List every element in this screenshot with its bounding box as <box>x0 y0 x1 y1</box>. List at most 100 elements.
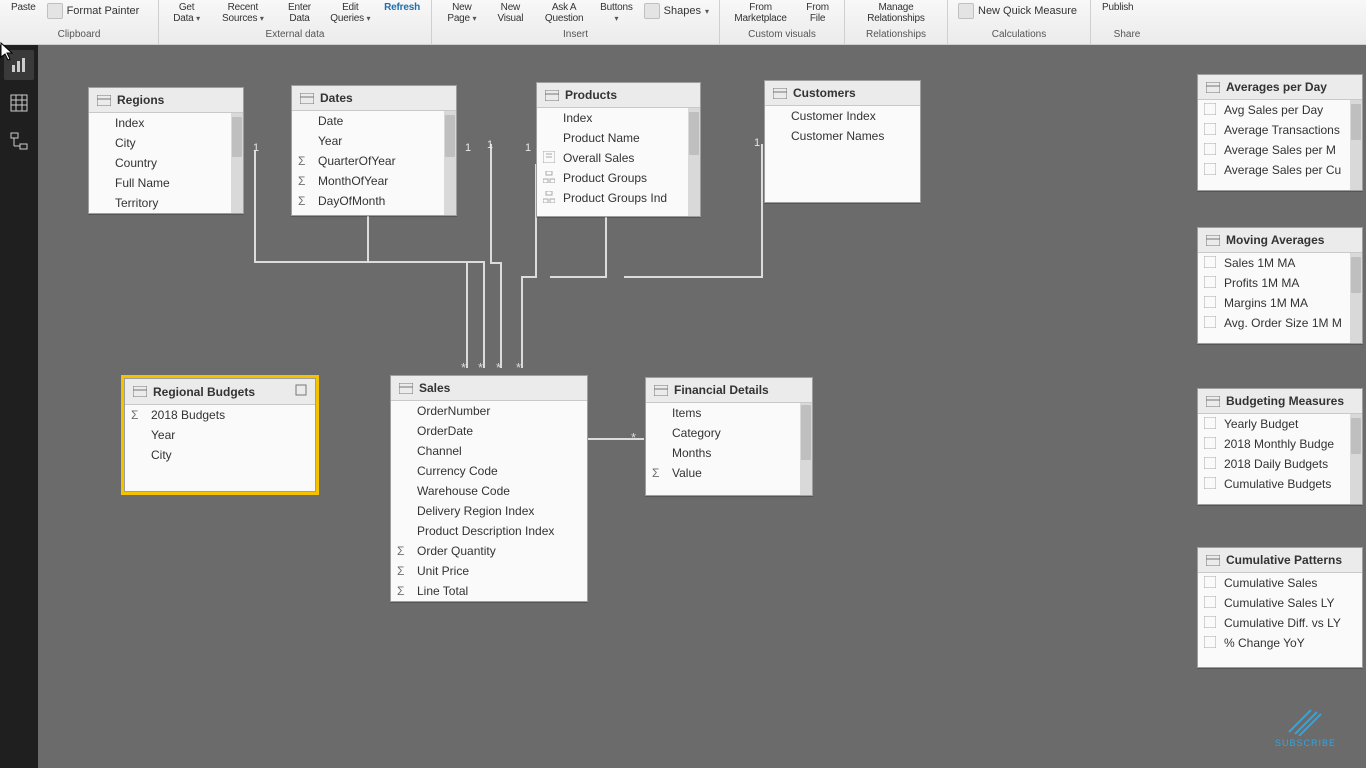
field-row[interactable]: Σ2018 Budgets <box>125 405 315 425</box>
table-regional-budgets[interactable]: Regional Budgets Σ2018 Budgets Year City <box>124 378 316 492</box>
refresh-button[interactable]: Refresh <box>379 2 425 13</box>
from-marketplace-button[interactable]: From Marketplace <box>726 2 795 24</box>
field-row[interactable]: Cumulative Budgets <box>1198 474 1362 494</box>
field-row[interactable]: OrderNumber <box>391 401 587 421</box>
field-row[interactable]: Average Sales per M <box>1198 140 1362 160</box>
field-row[interactable]: Index <box>537 108 700 128</box>
paste-button[interactable]: Paste <box>6 2 41 13</box>
scrollbar[interactable] <box>444 111 456 215</box>
table-budgeting-measures[interactable]: Budgeting Measures Yearly Budget 2018 Mo… <box>1197 388 1363 505</box>
field-row[interactable]: ΣValue <box>646 463 812 483</box>
table-products[interactable]: Products Index Product Name Overall Sale… <box>536 82 701 217</box>
field-row[interactable]: Product Groups <box>537 168 700 188</box>
new-quick-measure-button[interactable]: New Quick Measure <box>954 2 1081 20</box>
field-row[interactable]: Country <box>89 153 243 173</box>
field-row[interactable]: ΣUnit Price <box>391 561 587 581</box>
field-row[interactable]: Date <box>292 111 456 131</box>
field-row[interactable]: ΣLine Total <box>391 581 587 601</box>
get-data-button[interactable]: Get Data ▾ <box>165 2 208 24</box>
field-row[interactable]: Warehouse Code <box>391 481 587 501</box>
field-row[interactable]: Full Name <box>89 173 243 193</box>
table-icon <box>654 385 668 396</box>
field-row[interactable]: Sales 1M MA <box>1198 253 1362 273</box>
table-title: Dates <box>320 91 353 105</box>
field-row[interactable]: Overall Sales <box>537 148 700 168</box>
shapes-button[interactable]: Shapes▾ <box>640 2 713 20</box>
ask-question-button[interactable]: Ask A Question <box>535 2 593 24</box>
field-row[interactable]: Average Sales per Cu <box>1198 160 1362 180</box>
field-row[interactable]: Cumulative Sales LY <box>1198 593 1362 613</box>
field-row[interactable]: Year <box>125 425 315 445</box>
field-row[interactable]: Customer Names <box>765 126 920 146</box>
field-row[interactable]: 2018 Daily Budgets <box>1198 454 1362 474</box>
field-row[interactable]: Territory <box>89 193 243 213</box>
table-sales[interactable]: Sales OrderNumber OrderDate Channel Curr… <box>390 375 588 602</box>
field-row[interactable]: 2018 Monthly Budge <box>1198 434 1362 454</box>
scrollbar[interactable] <box>1350 253 1362 343</box>
field-row[interactable]: ΣMonthOfYear <box>292 171 456 191</box>
field-row[interactable]: Channel <box>391 441 587 461</box>
new-page-button[interactable]: New Page ▾ <box>438 2 486 24</box>
field-row[interactable]: % Change YoY <box>1198 633 1362 653</box>
format-painter-button[interactable]: Format Painter <box>43 2 144 20</box>
field-row[interactable]: Product Name <box>537 128 700 148</box>
manage-relationships-button[interactable]: Manage Relationships <box>851 2 941 24</box>
field-row[interactable]: Items <box>646 403 812 423</box>
scrollbar[interactable] <box>688 108 700 216</box>
field-row[interactable]: ΣQuarterOfYear <box>292 151 456 171</box>
table-cumulative-patterns[interactable]: Cumulative Patterns Cumulative Sales Cum… <box>1197 547 1363 668</box>
model-view-button[interactable] <box>4 126 34 156</box>
field-row[interactable]: Avg Sales per Day <box>1198 100 1362 120</box>
field-row[interactable]: Category <box>646 423 812 443</box>
model-canvas[interactable]: 1 * 1 * 1 * 1 * 1 * Regions Index City C… <box>38 44 1366 768</box>
measure-icon <box>1204 477 1218 491</box>
field-row[interactable]: Year <box>292 131 456 151</box>
enter-data-button[interactable]: Enter Data <box>278 2 322 24</box>
new-visual-button[interactable]: New Visual <box>488 2 533 24</box>
field-row[interactable]: Cumulative Diff. vs LY <box>1198 613 1362 633</box>
field-row[interactable]: Yearly Budget <box>1198 414 1362 434</box>
scrollbar[interactable] <box>800 403 812 495</box>
recent-sources-button[interactable]: Recent Sources ▾ <box>210 2 275 24</box>
group-label-insert: Insert <box>438 28 713 44</box>
field-row[interactable]: Index <box>89 113 243 133</box>
table-dates[interactable]: Dates Date Year ΣQuarterOfYear ΣMonthOfY… <box>291 85 457 216</box>
field-row[interactable]: Customer Index <box>765 106 920 126</box>
cardinality-many: * <box>461 360 466 375</box>
field-row[interactable]: Cumulative Sales <box>1198 573 1362 593</box>
table-title: Budgeting Measures <box>1226 394 1344 408</box>
publish-button[interactable]: Publish <box>1097 2 1138 13</box>
table-averages-per-day[interactable]: Averages per Day Avg Sales per Day Avera… <box>1197 74 1363 191</box>
field-row[interactable]: Currency Code <box>391 461 587 481</box>
edit-queries-button[interactable]: Edit Queries ▾ <box>323 2 377 24</box>
buttons-button[interactable]: Buttons ▾ <box>595 2 638 24</box>
table-customers[interactable]: Customers Customer Index Customer Names <box>764 80 921 203</box>
field-row[interactable]: Profits 1M MA <box>1198 273 1362 293</box>
publish-label: Publish <box>1102 2 1133 13</box>
field-row[interactable]: Average Transactions <box>1198 120 1362 140</box>
table-title: Moving Averages <box>1226 233 1324 247</box>
expand-icon[interactable] <box>295 384 307 399</box>
field-row[interactable]: Product Groups Ind <box>537 188 700 208</box>
group-label-external: External data <box>165 28 425 44</box>
field-row[interactable]: Months <box>646 443 812 463</box>
field-row[interactable]: Margins 1M MA <box>1198 293 1362 313</box>
field-row[interactable]: Delivery Region Index <box>391 501 587 521</box>
table-regions[interactable]: Regions Index City Country Full Name Ter… <box>88 87 244 214</box>
scrollbar[interactable] <box>1350 414 1362 504</box>
table-moving-averages[interactable]: Moving Averages Sales 1M MA Profits 1M M… <box>1197 227 1363 344</box>
field-row[interactable]: ΣOrder Quantity <box>391 541 587 561</box>
from-file-button[interactable]: From File <box>797 2 838 24</box>
data-view-button[interactable] <box>4 88 34 118</box>
table-financial-details[interactable]: Financial Details Items Category Months … <box>645 377 813 496</box>
field-row[interactable]: Avg. Order Size 1M M <box>1198 313 1362 333</box>
field-row[interactable]: OrderDate <box>391 421 587 441</box>
scrollbar[interactable] <box>231 113 243 213</box>
field-row[interactable]: City <box>125 445 315 465</box>
new-quick-measure-label: New Quick Measure <box>978 5 1077 17</box>
scrollbar[interactable] <box>1350 100 1362 190</box>
field-row[interactable]: City <box>89 133 243 153</box>
field-row[interactable]: ΣDayOfMonth <box>292 191 456 211</box>
field-row[interactable]: Product Description Index <box>391 521 587 541</box>
cardinality-many: * <box>478 360 483 375</box>
